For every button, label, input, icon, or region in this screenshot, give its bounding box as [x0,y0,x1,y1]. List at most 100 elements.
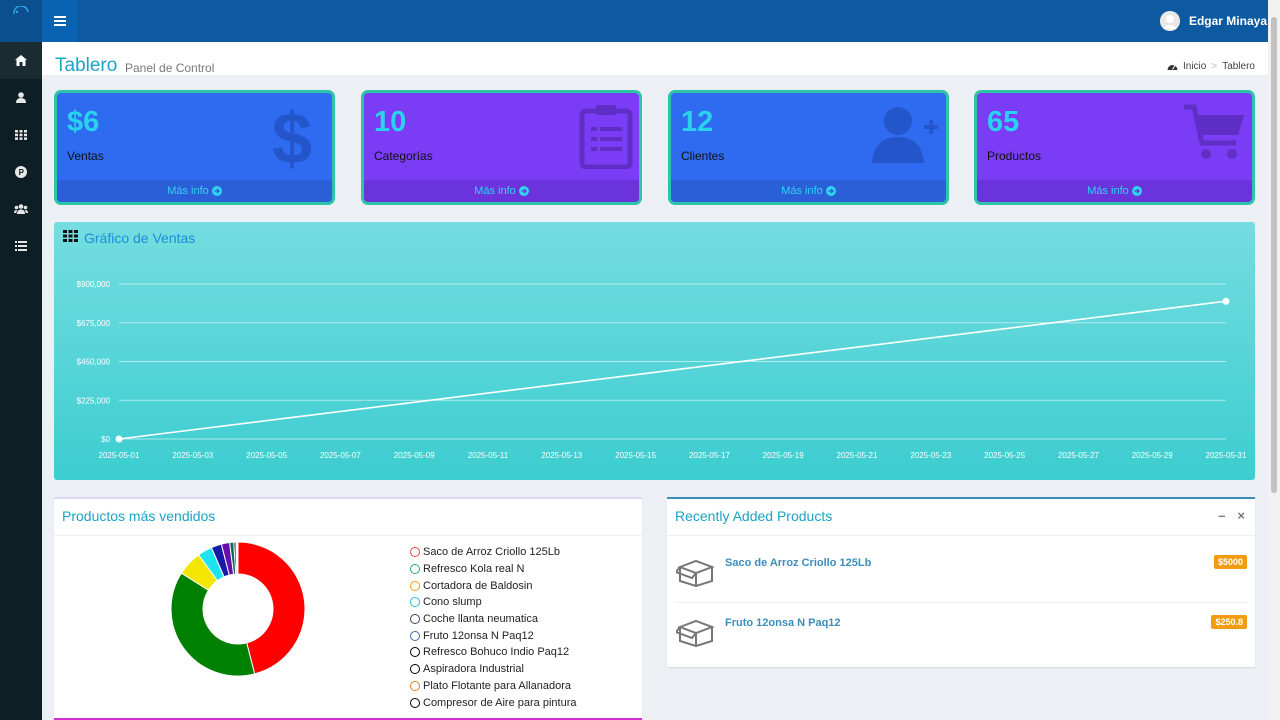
y-tick-label: $0 [101,435,110,444]
dashboard-icon [1167,65,1178,70]
avatar [1159,11,1180,31]
box-tools: – × [1218,508,1245,523]
sidebar-item-reports[interactable] [0,227,42,264]
arrow-circle-right-icon [518,186,529,196]
product-name-link[interactable]: Saco de Arroz Criollo 125Lb [725,557,871,569]
brand-logo[interactable] [0,0,42,42]
donut-slice[interactable] [170,572,256,677]
top-products-donut-chart [170,541,306,677]
arrow-circle-right-icon [211,186,222,196]
sales-data-point[interactable] [115,435,123,443]
x-tick-label: 2025-05-25 [984,451,1025,460]
legend-item[interactable]: Fruto 12onsa N Paq12 [410,627,576,644]
x-tick-label: 2025-05-21 [837,451,878,460]
legend-label: Compresor de Aire para pintura [423,696,577,709]
x-tick-label: 2025-05-29 [1132,451,1173,460]
x-tick-label: 2025-05-05 [246,451,287,460]
user-menu[interactable]: Edgar Minaya [1159,0,1267,42]
recent-products-box: Recently Added Products – × Saco de Arro… [667,497,1255,667]
breadcrumb-separator: > [1211,61,1218,72]
close-button[interactable]: × [1237,508,1245,523]
grid-icon [15,129,27,140]
sidebar-item-clients[interactable] [0,190,42,227]
card-label: Productos [987,149,1042,163]
legend-marker [410,630,420,641]
legend-item[interactable]: Saco de Arroz Criollo 125Lb [410,544,576,561]
legend-item[interactable]: Plato Flotante para Allanadora [410,678,576,695]
product-name-link[interactable]: Fruto 12onsa N Paq12 [725,617,841,629]
arrow-circle-right-icon [825,186,836,196]
legend-label: Refresco Bohuco Indio Paq12 [423,646,570,659]
svg-text:$: $ [272,103,312,169]
card-categorias: 10 Categorías Más info [361,90,642,205]
product-p-icon: P [15,165,27,178]
card-more-info-link[interactable]: Más info [977,180,1252,202]
recent-products-title: Recently Added Products [675,508,833,524]
x-tick-label: 2025-05-17 [689,451,730,460]
dollar-icon: $ [272,103,312,169]
legend-item[interactable]: Cono slump [410,594,576,611]
x-tick-label: 2025-05-27 [1058,451,1099,460]
sidebar-item-products[interactable]: P [0,153,42,190]
breadcrumb-home-link[interactable]: Inicio [1183,61,1206,72]
top-products-box: Productos más vendidos Saco de Arroz Cri… [54,497,642,720]
legend-label: Refresco Kola real N [423,563,525,576]
x-tick-label: 2025-05-31 [1206,451,1247,460]
legend-marker [410,564,420,575]
card-clientes: 12 Clientes Más info [668,90,949,205]
donut-legend: Saco de Arroz Criollo 125Lb Refresco Kola… [410,544,576,711]
svg-text:P: P [19,168,25,177]
card-more-info-link[interactable]: Más info [57,180,332,202]
sales-series-line [118,300,1227,440]
legend-item[interactable]: Compresor de Aire para pintura [410,694,576,711]
legend-marker [410,597,420,608]
hamburger-icon [53,16,66,26]
legend-item[interactable]: Refresco Kola real N [410,561,576,578]
breadcrumb: Inicio > Tablero [1167,61,1255,72]
page-scrollbar[interactable] [1268,0,1280,720]
card-more-info-link[interactable]: Más info [364,180,639,202]
legend-label: Aspiradora Industrial [423,663,524,676]
legend-label: Plato Flotante para Allanadora [423,679,571,692]
card-productos: 65 Productos Más info [974,90,1255,205]
legend-item[interactable]: Cortadora de Baldosin [410,577,576,594]
sidebar-item-users[interactable] [0,79,42,116]
legend-marker [410,680,420,691]
legend-item[interactable]: Aspiradora Industrial [410,661,576,678]
legend-label: Coche llanta neumatica [423,613,538,626]
scrollbar-thumb[interactable] [1271,17,1277,493]
recent-product-item[interactable]: Saco de Arroz Criollo 125Lb $5000 [667,539,1255,599]
legend-item[interactable]: Refresco Bohuco Indio Paq12 [410,644,576,661]
legend-item[interactable]: Coche llanta neumatica [410,611,576,628]
recent-product-item[interactable]: Fruto 12onsa N Paq12 $250.8 [667,599,1255,659]
card-value: 10 [374,106,407,138]
legend-marker [410,547,420,558]
more-info-label: Más info [167,185,209,197]
donut-slice[interactable] [236,541,239,575]
y-tick-label: $900,000 [77,280,111,289]
y-tick-label: $450,000 [77,358,111,367]
sidebar-toggle-button[interactable] [42,0,77,42]
users-icon [14,203,28,214]
x-tick-label: 2025-05-19 [763,451,804,460]
box-divider [667,535,1255,536]
card-label: Categorías [374,149,433,163]
box-package-icon [676,619,715,647]
card-label: Ventas [67,149,104,163]
list-icon [15,240,27,251]
content-header [42,42,1268,75]
collapse-button[interactable]: – [1218,508,1225,523]
more-info-label: Más info [474,185,516,197]
y-tick-label: $675,000 [77,319,111,328]
card-more-info-link[interactable]: Más info [671,180,946,202]
sidebar-item-categories[interactable] [0,116,42,153]
user-icon [16,92,26,103]
legend-label: Saco de Arroz Criollo 125Lb [423,546,560,559]
sidebar: P [0,42,42,720]
sidebar-item-home[interactable] [0,42,42,79]
box-divider [54,535,642,536]
box-package-icon [676,559,715,587]
sales-data-point[interactable] [1222,297,1230,305]
logo-icon [13,6,29,15]
card-value: 65 [987,106,1020,138]
